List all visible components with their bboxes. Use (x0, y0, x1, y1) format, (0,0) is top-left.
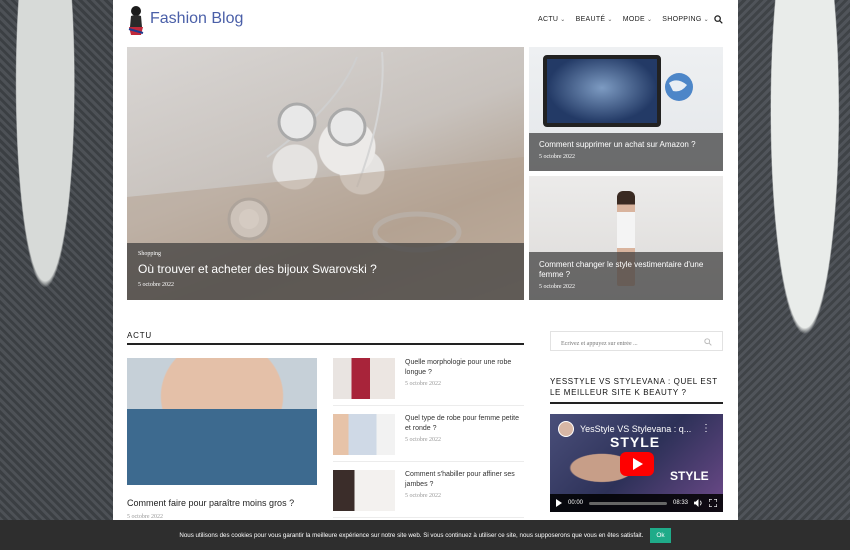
background-left (0, 0, 113, 550)
post-date: 5 octobre 2022 (405, 493, 441, 499)
laptop-image (543, 55, 661, 127)
post-date: 5 octobre 2022 (405, 381, 441, 387)
current-time: 00:00 (568, 500, 584, 506)
chevron-down-icon: ⌄ (703, 17, 709, 23)
list-item: Quelle morphologie pour une robe longue … (333, 358, 524, 406)
video-overlay-text: STYLE (670, 469, 709, 483)
hero-main-post[interactable]: Shopping Où trouver et acheter des bijou… (127, 47, 524, 300)
post-title[interactable]: Quel type de robe pour femme petite et r… (405, 414, 523, 433)
search-icon[interactable] (714, 15, 723, 24)
post-date: 5 octobre 2022 (405, 437, 441, 443)
cookie-message: Nous utilisons des cookies pour vous gar… (179, 531, 644, 539)
site-header: Fashion Blog ACTU ⌄ BEAUTÉ ⌄ MODE ⌄ SHOP… (113, 0, 738, 40)
post-title[interactable]: Comment s'habiller pour affiner ses jamb… (405, 470, 523, 489)
post-thumbnail[interactable] (333, 470, 395, 511)
video-overlay-text: STYLE (610, 434, 661, 450)
video-controls: 00:00 08:33 (550, 494, 723, 512)
sidebar-search (550, 331, 723, 353)
featured-post-title[interactable]: Comment faire pour paraître moins gros ? (127, 498, 294, 508)
cookie-banner: Nous utilisons des cookies pour vous gar… (0, 520, 850, 550)
nav-label: MODE (622, 16, 645, 23)
nav-item-actu[interactable]: ACTU ⌄ (538, 16, 566, 23)
video-title[interactable]: YesStyle VS Stylevana : q... (580, 424, 691, 434)
featured-post-image[interactable] (127, 358, 317, 485)
youtube-video-embed[interactable]: YesStyle VS Stylevana : q... ⋮ STYLE STY… (550, 414, 723, 512)
post-title[interactable]: Comment supprimer un achat sur Amazon ? (539, 140, 713, 150)
progress-bar[interactable] (589, 501, 667, 505)
category-label[interactable]: Shopping (138, 251, 513, 257)
list-item: Comment s'habiller pour affiner ses jamb… (333, 470, 524, 518)
page-container: Fashion Blog ACTU ⌄ BEAUTÉ ⌄ MODE ⌄ SHOP… (113, 0, 738, 550)
search-icon[interactable] (704, 338, 712, 346)
play-icon[interactable] (556, 499, 562, 507)
post-date: 5 octobre 2022 (138, 282, 174, 288)
post-title[interactable]: Comment changer le style vestimentaire d… (539, 260, 713, 280)
post-title[interactable]: Où trouver et acheter des bijoux Swarovs… (138, 262, 513, 276)
post-date: 5 octobre 2022 (539, 154, 575, 160)
channel-avatar[interactable] (558, 421, 574, 437)
cookie-accept-button[interactable]: Ok (650, 527, 671, 543)
chevron-down-icon: ⌄ (607, 17, 613, 23)
hero-side1-caption: Comment supprimer un achat sur Amazon ? … (529, 133, 723, 171)
sidebar-widget-heading: YESSTYLE VS STYLEVANA : QUEL EST LE MEIL… (550, 376, 723, 404)
nav-item-shopping[interactable]: SHOPPING ⌄ (662, 16, 709, 23)
hero-side-post-2[interactable]: Comment changer le style vestimentaire d… (529, 176, 723, 300)
nav-label: BEAUTÉ (575, 16, 606, 23)
total-time: 08:33 (672, 500, 688, 506)
search-input[interactable] (551, 335, 701, 353)
hero-side-post-1[interactable]: Comment supprimer un achat sur Amazon ? … (529, 47, 723, 171)
logo-woman-icon[interactable] (127, 5, 145, 35)
nav-label: SHOPPING (662, 16, 702, 23)
post-thumbnail[interactable] (333, 358, 395, 399)
section-heading-actu: ACTU (127, 331, 524, 345)
hero-main-caption: Shopping Où trouver et acheter des bijou… (127, 243, 524, 300)
chevron-down-icon: ⌄ (560, 17, 566, 23)
fullscreen-icon[interactable] (709, 499, 717, 507)
post-title[interactable]: Quelle morphologie pour une robe longue … (405, 358, 523, 377)
chevron-down-icon: ⌄ (646, 17, 653, 23)
list-item: Quel type de robe pour femme petite et r… (333, 414, 524, 462)
volume-icon[interactable] (694, 499, 703, 507)
youtube-play-icon[interactable] (620, 452, 654, 476)
post-date: 5 octobre 2022 (539, 284, 575, 290)
post-thumbnail[interactable] (333, 414, 395, 455)
background-right (737, 0, 850, 550)
main-nav: ACTU ⌄ BEAUTÉ ⌄ MODE ⌄ SHOPPING ⌄ (538, 16, 709, 23)
hero-side2-caption: Comment changer le style vestimentaire d… (529, 252, 723, 300)
more-vert-icon[interactable]: ⋮ (701, 423, 711, 434)
site-logo[interactable]: Fashion Blog (150, 10, 243, 28)
nav-label: ACTU (538, 16, 559, 23)
globe-image (665, 73, 693, 101)
nav-item-beaute[interactable]: BEAUTÉ ⌄ (576, 16, 613, 23)
nav-item-mode[interactable]: MODE ⌄ (623, 16, 653, 23)
